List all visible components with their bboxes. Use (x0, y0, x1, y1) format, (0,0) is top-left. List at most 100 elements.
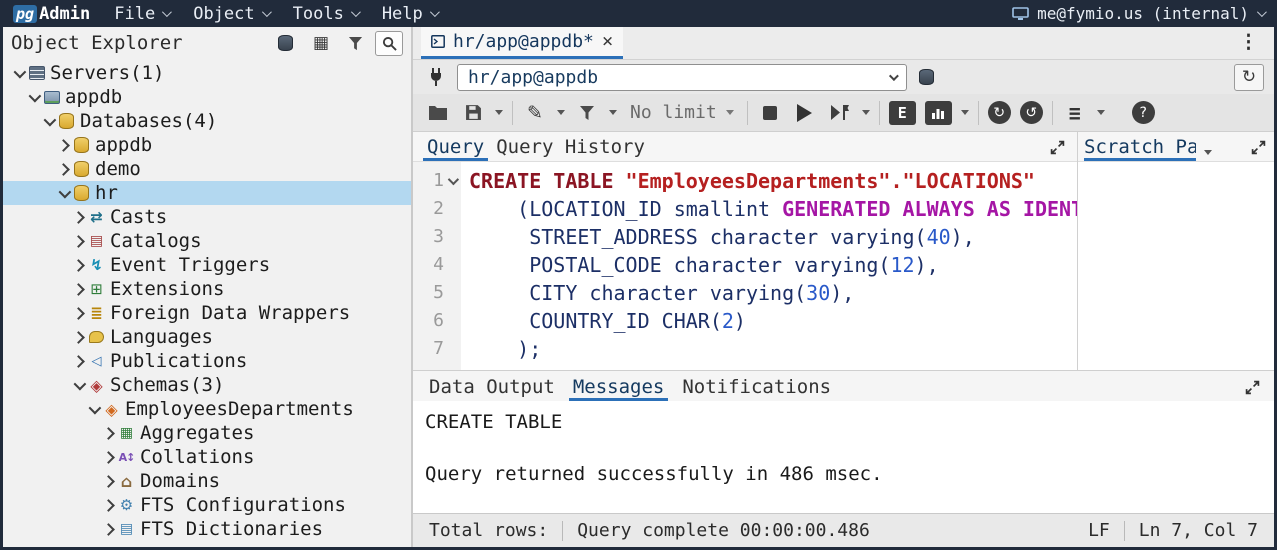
expander-down-icon[interactable] (71, 381, 86, 390)
new-connection-button[interactable] (915, 64, 941, 91)
save-options-dropdown[interactable] (495, 110, 503, 115)
menu-help[interactable]: Help (382, 4, 437, 24)
tree-item-schemas-3-[interactable]: Schemas(3) (3, 373, 411, 397)
expander-right-icon[interactable] (71, 213, 86, 222)
sql-editor[interactable]: 1234567 CREATE TABLE "EmployeesDepartmen… (413, 162, 1077, 370)
explain-options-dropdown[interactable] (961, 110, 969, 115)
tree-item-employeesdepartments[interactable]: EmployeesDepartments (3, 397, 411, 421)
code-line[interactable]: CITY character varying(30), (469, 279, 1077, 307)
expander-right-icon[interactable] (71, 309, 86, 318)
stop-button[interactable] (757, 99, 783, 126)
macro-options-dropdown[interactable] (1097, 110, 1105, 115)
eol-indicator[interactable]: LF (1088, 520, 1110, 541)
row-limit-dropdown[interactable]: No limit (626, 102, 738, 123)
tree-item-casts[interactable]: Casts (3, 205, 411, 229)
expander-right-icon[interactable] (101, 453, 116, 462)
tree-item-appdb[interactable]: appdb (3, 133, 411, 157)
tree-item-aggregates[interactable]: Aggregates (3, 421, 411, 445)
tree-item-fts-configurations[interactable]: FTS Configurations (3, 493, 411, 517)
connection-select[interactable]: hr/app@appdb (457, 64, 907, 91)
maximize-editor-button[interactable] (1048, 140, 1067, 161)
code-line[interactable]: POSTAL_CODE character varying(12), (469, 251, 1077, 279)
query-tool-tab[interactable]: hr/app@appdb* × (421, 27, 623, 59)
expander-down-icon[interactable] (26, 93, 41, 102)
save-file-button[interactable] (460, 99, 486, 126)
expander-right-icon[interactable] (71, 237, 86, 246)
tree-item-demo[interactable]: demo (3, 157, 411, 181)
expander-right-icon[interactable] (56, 141, 71, 150)
tree-item-foreign-data-wrappers[interactable]: Foreign Data Wrappers (3, 301, 411, 325)
code-line[interactable]: ); (469, 335, 1077, 363)
help-button[interactable]: ? (1132, 101, 1155, 124)
expander-down-icon[interactable] (86, 405, 101, 414)
execute-button[interactable] (792, 99, 818, 126)
tree-item-collations[interactable]: Collations (3, 445, 411, 469)
tree-item-publications[interactable]: Publications (3, 349, 411, 373)
filter-options-dropdown[interactable] (609, 110, 617, 115)
sql-token: GENERATED ALWAYS AS IDENTITY (782, 197, 1077, 221)
cursor-position[interactable]: Ln 7, Col 7 (1139, 520, 1258, 541)
expander-right-icon[interactable] (71, 285, 86, 294)
code-line[interactable]: (LOCATION_ID smallint GENERATED ALWAYS A… (469, 195, 1077, 223)
reset-layout-button[interactable]: ↻ (1234, 64, 1264, 91)
tree-item-servers-1-[interactable]: Servers(1) (3, 61, 411, 85)
tab-scratch-pad[interactable]: Scratch Pad (1084, 136, 1196, 161)
browser-grid-button[interactable]: ▦ (307, 31, 335, 56)
expander-right-icon[interactable] (71, 261, 86, 270)
scratch-pad-body[interactable] (1078, 162, 1274, 370)
sql-code-area[interactable]: CREATE TABLE "EmployeesDepartments"."LOC… (461, 162, 1077, 370)
expander-down-icon[interactable] (56, 189, 71, 198)
panel-options-icon[interactable]: ⋮ (1239, 31, 1266, 59)
user-menu[interactable]: me@fymio.us (internal) (1012, 4, 1264, 23)
maximize-scratch-button[interactable] (1249, 140, 1268, 161)
connection-status-button[interactable] (423, 64, 449, 91)
menu-file[interactable]: File (114, 4, 169, 24)
maximize-output-button[interactable] (1243, 380, 1262, 401)
menu-tools[interactable]: Tools (293, 4, 358, 24)
tab-data-output[interactable]: Data Output (425, 374, 559, 401)
expander-right-icon[interactable] (101, 429, 116, 438)
tab-notifications[interactable]: Notifications (678, 374, 835, 401)
tree-item-event-triggers[interactable]: Event Triggers (3, 253, 411, 277)
execute-options-dropdown[interactable] (862, 110, 870, 115)
expander-right-icon[interactable] (101, 501, 116, 510)
expander-down-icon[interactable] (41, 117, 56, 126)
rollback-button[interactable]: ↺ (1020, 101, 1043, 124)
expander-down-icon[interactable] (11, 69, 26, 78)
tree-item-extensions[interactable]: Extensions (3, 277, 411, 301)
expander-right-icon[interactable] (56, 165, 71, 174)
tree-item-catalogs[interactable]: Catalogs (3, 229, 411, 253)
tree-item-databases-4-[interactable]: Databases(4) (3, 109, 411, 133)
tree-item-languages[interactable]: Languages (3, 325, 411, 349)
commit-button[interactable]: ↻ (988, 101, 1011, 124)
macro-button[interactable]: ≡ (1062, 99, 1088, 126)
code-line[interactable]: STREET_ADDRESS character varying(40), (469, 223, 1077, 251)
explain-analyze-button[interactable] (925, 101, 952, 125)
filter-tree-button[interactable] (341, 31, 369, 56)
edit-button[interactable]: ✎ (522, 99, 548, 126)
search-objects-button[interactable] (375, 31, 403, 56)
tree-item-hr[interactable]: hr (3, 181, 411, 205)
tree-item-fts-dictionaries[interactable]: FTS Dictionaries (3, 517, 411, 541)
menu-object[interactable]: Object (193, 4, 268, 24)
add-server-button[interactable] (273, 31, 301, 56)
tab-query-history[interactable]: Query History (492, 134, 649, 161)
expander-right-icon[interactable] (101, 525, 116, 534)
tab-messages[interactable]: Messages (569, 374, 669, 401)
tree-item-appdb[interactable]: appdb (3, 85, 411, 109)
code-line[interactable]: COUNTRY_ID CHAR(2) (469, 307, 1077, 335)
tab-query[interactable]: Query (423, 134, 488, 161)
scratch-pad-dropdown[interactable] (1204, 150, 1212, 155)
edit-options-dropdown[interactable] (557, 110, 565, 115)
execute-script-button[interactable] (827, 99, 853, 126)
expander-right-icon[interactable] (71, 333, 86, 342)
filter-button[interactable] (574, 99, 600, 126)
fold-chevron-icon[interactable] (445, 177, 458, 185)
close-tab-icon[interactable]: × (602, 32, 613, 51)
expander-right-icon[interactable] (71, 357, 86, 366)
code-line[interactable]: CREATE TABLE "EmployeesDepartments"."LOC… (469, 167, 1077, 195)
expander-right-icon[interactable] (101, 477, 116, 486)
tree-item-domains[interactable]: Domains (3, 469, 411, 493)
explain-button[interactable]: E (889, 101, 916, 125)
open-file-button[interactable] (425, 99, 451, 126)
